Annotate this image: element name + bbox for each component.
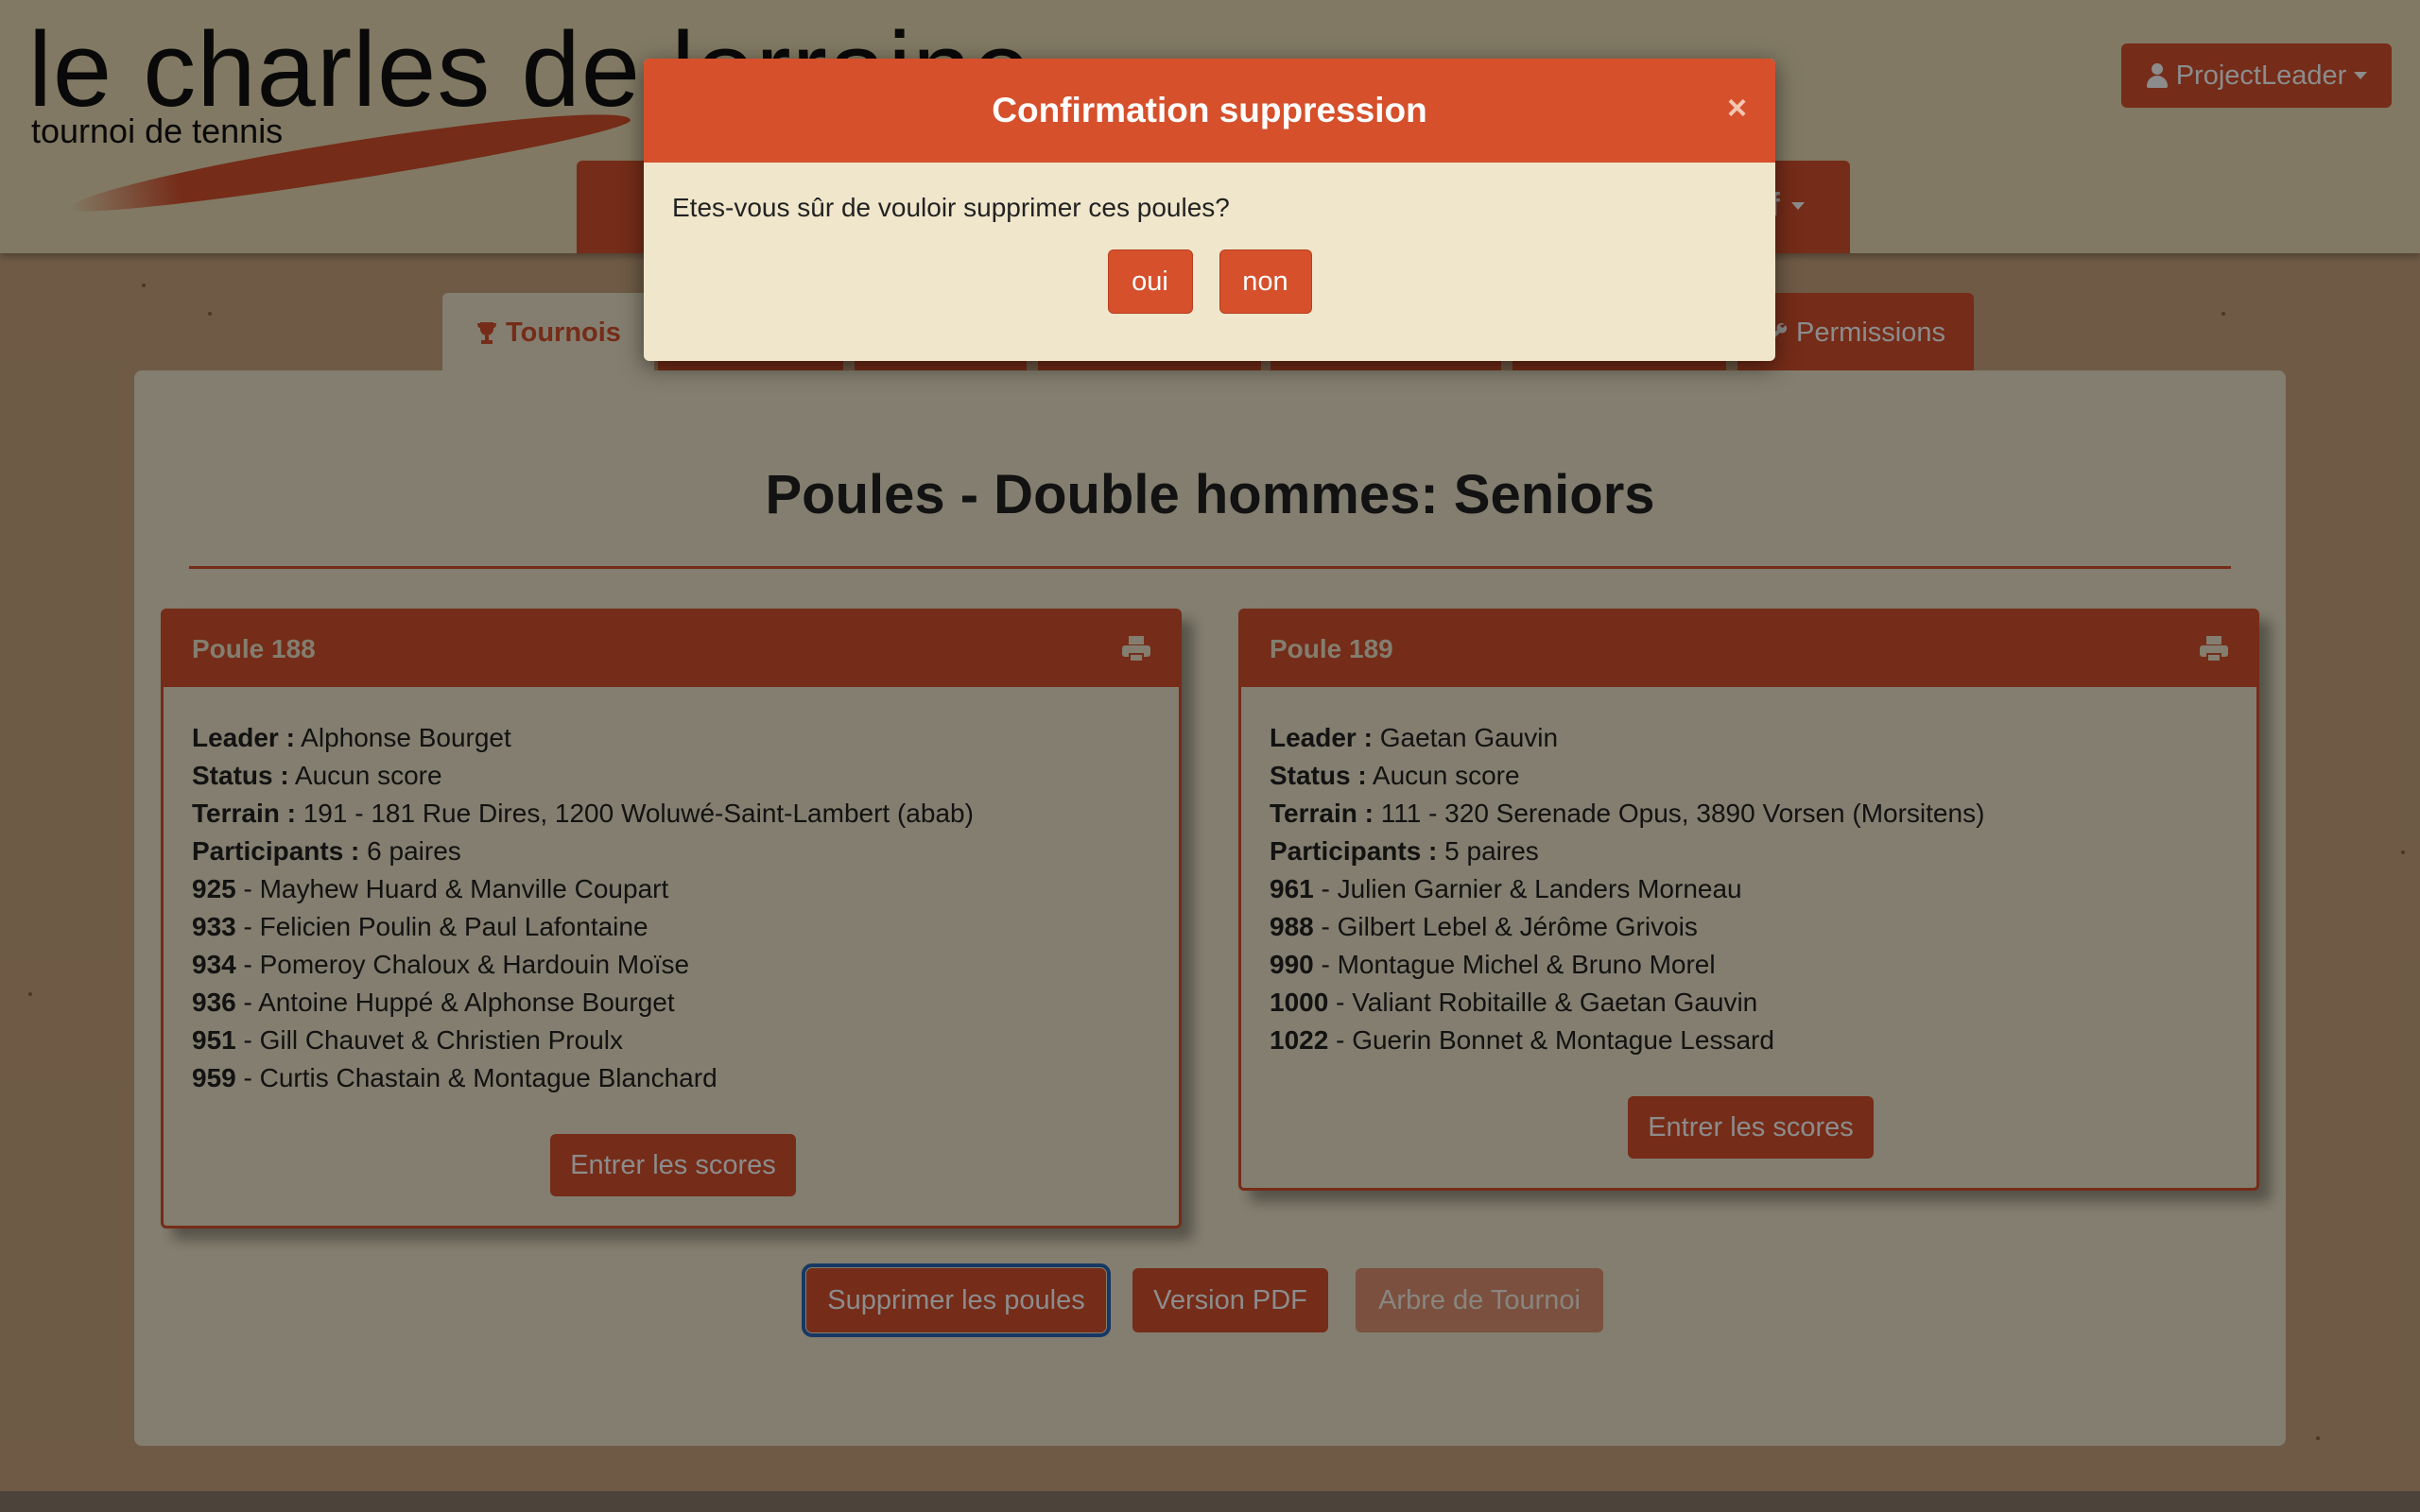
confirm-delete-modal: Confirmation suppression × Etes-vous sûr… (644, 59, 1775, 361)
close-icon[interactable]: × (1727, 91, 1747, 125)
modal-title: Confirmation suppression (992, 91, 1427, 129)
modal-actions: oui non (644, 249, 1775, 314)
modal-message: Etes-vous sûr de vouloir supprimer ces p… (672, 193, 1230, 222)
confirm-no-button[interactable]: non (1219, 249, 1312, 314)
confirm-yes-button[interactable]: oui (1107, 249, 1193, 314)
modal-header: Confirmation suppression × (644, 59, 1775, 163)
